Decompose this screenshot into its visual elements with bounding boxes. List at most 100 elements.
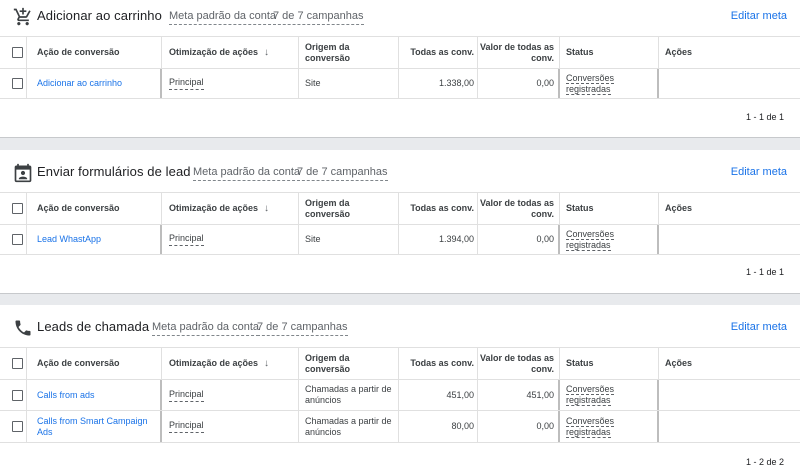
select-all-cell [0, 37, 34, 68]
col-header-actions: Ações [665, 348, 785, 379]
conversion-name-cell: Adicionar ao carrinho [37, 69, 157, 98]
col-header-conversion-action[interactable]: Ação de conversão [37, 348, 157, 379]
conversion-name-cell: Lead WhastApp [37, 225, 157, 254]
table-header-row: Ação de conversão Otimização de ações ↓ O… [0, 192, 800, 225]
actions-cell [665, 69, 785, 98]
pagination-label: 1 - 1 de 1 [745, 267, 784, 277]
optimization-cell: Principal [169, 69, 297, 98]
all-conv-cell: 1.338,00 [438, 78, 474, 88]
account-default-goal-label[interactable]: Meta padrão da conta [169, 10, 277, 25]
col-label: Valor de todas as conv. [479, 41, 554, 63]
origin-cell: Chamadas a partir de anúncios [305, 384, 392, 405]
value-cell: 0,00 [536, 78, 554, 88]
edit-goal-link[interactable]: Editar meta [731, 321, 787, 333]
select-all-checkbox[interactable] [11, 203, 23, 214]
col-header-value-all-conv[interactable]: Valor de todas as conv. [478, 37, 554, 68]
status-cell: Conversões registradas [566, 69, 658, 98]
actions-cell [665, 225, 785, 254]
value-cell: 451,00 [526, 389, 554, 400]
select-all-checkbox[interactable] [11, 358, 23, 369]
col-label: Origem da conversão [305, 352, 351, 374]
optimization-value[interactable]: Principal [169, 420, 204, 433]
status-value[interactable]: Conversões registradas [566, 72, 615, 95]
col-header-all-conv[interactable]: Todas as conv. [399, 193, 474, 224]
row-checkbox[interactable] [11, 421, 23, 432]
table-row: Lead WhastApp Principal Site 1.394,00 0,… [0, 225, 800, 255]
sort-arrow-down-icon: ↓ [264, 203, 270, 214]
pagination-label: 1 - 2 de 2 [745, 457, 784, 467]
col-label: Ação de conversão [37, 358, 120, 368]
section-header: Enviar formulários de lead Meta padrão d… [0, 156, 800, 190]
col-label: Origem da conversão [305, 41, 351, 63]
col-label: Status [566, 358, 594, 368]
actions-cell [665, 380, 785, 410]
value-cell: 0,00 [536, 234, 554, 244]
col-header-value-all-conv[interactable]: Valor de todas as conv. [478, 348, 554, 379]
row-checkbox[interactable] [11, 234, 23, 245]
status-cell: Conversões registradas [566, 225, 658, 254]
status-cell: Conversões registradas [566, 411, 658, 442]
optimization-cell: Principal [169, 411, 297, 442]
col-header-value-all-conv[interactable]: Valor de todas as conv. [478, 193, 554, 224]
row-select-cell [0, 380, 34, 410]
status-value[interactable]: Conversões registradas [566, 228, 615, 251]
contact-form-icon [13, 163, 33, 183]
optimization-value[interactable]: Principal [169, 389, 204, 402]
section-header: Adicionar ao carrinho Meta padrão da con… [0, 0, 800, 34]
optimization-value[interactable]: Principal [169, 77, 204, 90]
origin-cell: Chamadas a partir de anúncios [305, 415, 392, 437]
col-label: Otimização de ações [169, 47, 259, 57]
all-conv-cell: 451,00 [446, 389, 474, 400]
col-label: Todas as conv. [410, 358, 474, 368]
col-header-status[interactable]: Status [566, 348, 658, 379]
pagination-label: 1 - 1 de 1 [745, 112, 784, 122]
campaigns-count-label[interactable]: 7 de 7 campanhas [273, 10, 364, 25]
col-header-optimization[interactable]: Otimização de ações ↓ [169, 37, 297, 68]
col-header-conversion-action[interactable]: Ação de conversão [37, 193, 157, 224]
col-header-status[interactable]: Status [566, 37, 658, 68]
conversion-name-link[interactable]: Calls from Smart Campaign Ads [37, 416, 157, 438]
col-label: Ações [665, 47, 693, 57]
col-header-origin[interactable]: Origem da conversão [305, 193, 397, 224]
col-header-optimization[interactable]: Otimização de ações ↓ [169, 348, 297, 379]
col-header-origin[interactable]: Origem da conversão [305, 348, 397, 379]
status-value[interactable]: Conversões registradas [566, 384, 615, 406]
select-all-cell [0, 348, 34, 379]
origin-cell: Site [305, 78, 321, 88]
col-header-all-conv[interactable]: Todas as conv. [399, 348, 474, 379]
table-header-row: Ação de conversão Otimização de ações ↓ O… [0, 36, 800, 69]
status-cell: Conversões registradas [566, 380, 658, 410]
edit-goal-link[interactable]: Editar meta [731, 166, 787, 178]
optimization-cell: Principal [169, 380, 297, 410]
col-label: Todas as conv. [410, 47, 474, 57]
col-header-actions: Ações [665, 37, 785, 68]
row-checkbox[interactable] [11, 389, 23, 401]
col-label: Status [566, 47, 594, 57]
col-header-status[interactable]: Status [566, 193, 658, 224]
col-label: Todas as conv. [410, 203, 474, 213]
value-cell: 0,00 [536, 421, 554, 431]
col-header-all-conv[interactable]: Todas as conv. [399, 37, 474, 68]
optimization-value[interactable]: Principal [169, 233, 204, 246]
all-conv-cell: 80,00 [451, 421, 474, 431]
campaigns-count-label[interactable]: 7 de 7 campanhas [297, 166, 388, 181]
select-all-checkbox[interactable] [11, 47, 23, 58]
col-header-origin[interactable]: Origem da conversão [305, 37, 397, 68]
account-default-goal-label[interactable]: Meta padrão da conta [152, 321, 260, 336]
all-conv-cell: 1.394,00 [438, 234, 474, 244]
conversion-name-link[interactable]: Calls from ads [37, 390, 95, 401]
conversion-name-cell: Calls from Smart Campaign Ads [37, 411, 157, 442]
col-header-optimization[interactable]: Otimização de ações ↓ [169, 193, 297, 224]
col-label: Ações [665, 358, 693, 368]
conversion-name-link[interactable]: Adicionar ao carrinho [37, 78, 122, 89]
row-select-cell [0, 225, 34, 254]
section-divider [0, 137, 800, 150]
campaigns-count-label[interactable]: 7 de 7 campanhas [257, 321, 348, 336]
col-label: Status [566, 203, 594, 213]
conversion-name-link[interactable]: Lead WhastApp [37, 234, 101, 245]
row-checkbox[interactable] [11, 78, 23, 89]
account-default-goal-label[interactable]: Meta padrão da conta [193, 166, 301, 181]
col-header-conversion-action[interactable]: Ação de conversão [37, 37, 157, 68]
edit-goal-link[interactable]: Editar meta [731, 10, 787, 22]
status-value[interactable]: Conversões registradas [566, 415, 615, 438]
